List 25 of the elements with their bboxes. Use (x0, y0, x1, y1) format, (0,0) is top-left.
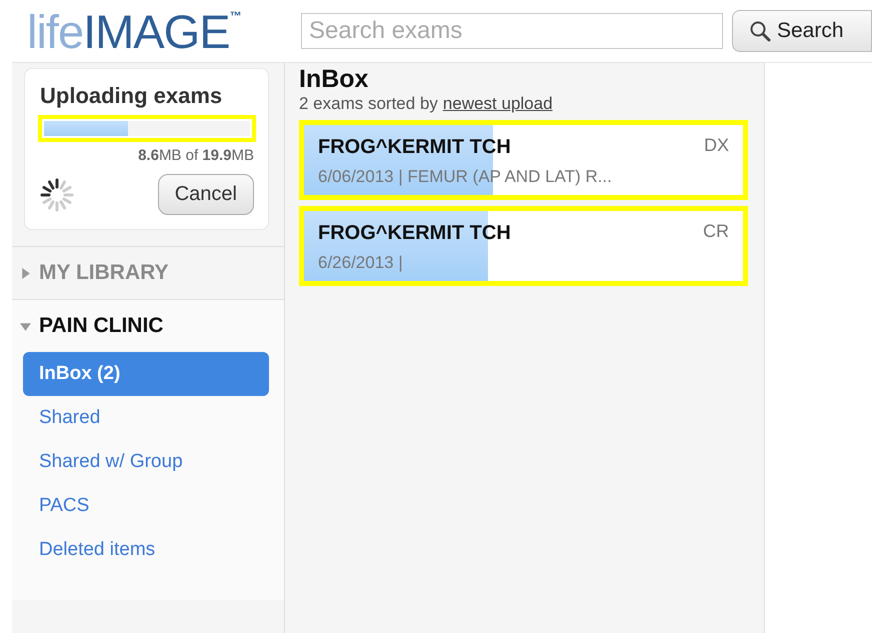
modality: CR (703, 220, 730, 243)
upload-title: Uploading exams (40, 83, 224, 109)
patient-name: FROG^KERMIT TCH (318, 136, 512, 159)
sort-link[interactable]: newest upload (442, 94, 553, 114)
exam-row[interactable]: FROG^KERMIT TCH 6/26/2013 | CR (304, 211, 743, 281)
inbox-title: InBox (299, 65, 370, 94)
caret-icon (20, 320, 31, 332)
exam-count: 2 exams sorted by (299, 94, 438, 114)
spinner-icon (40, 178, 74, 212)
cancel-button[interactable]: Cancel (158, 174, 254, 215)
patient-name: FROG^KERMIT TCH (318, 222, 511, 245)
section-header[interactable]: PAIN CLINIC (12, 300, 284, 352)
search-button[interactable]: Search (732, 10, 872, 52)
caret-icon (20, 268, 31, 278)
sidebar-item[interactable]: InBox (2) (23, 352, 269, 396)
exam-details: 6/26/2013 | (318, 253, 404, 273)
search-field[interactable]: Search exams (301, 13, 723, 49)
search-icon (749, 20, 771, 42)
sidebar-item[interactable]: Shared w/ Group (23, 440, 269, 484)
sidebar-item[interactable]: PACS (23, 484, 269, 528)
sidebar-item[interactable]: Shared (23, 396, 269, 440)
logo: lifeIMAGE$^{™}$ (27, 8, 242, 54)
upload-size: 8.6MB of 19.9MB (137, 147, 254, 164)
modality: DX (704, 134, 730, 157)
sidebar-item[interactable]: Deleted items (23, 528, 269, 572)
